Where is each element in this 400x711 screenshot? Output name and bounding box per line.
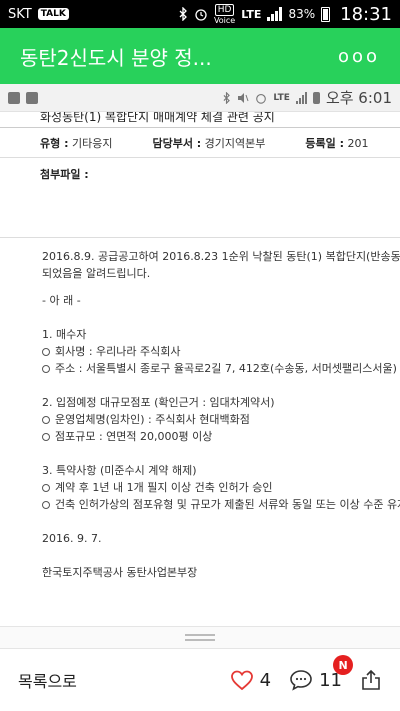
bullet-circle-icon bbox=[42, 416, 50, 424]
share-button[interactable] bbox=[360, 669, 382, 691]
heart-icon bbox=[230, 670, 253, 691]
embedded-time: 오후 6:01 bbox=[325, 89, 392, 107]
list-item-text: 계약 후 1년 내 1개 필지 이상 건축 인허가 승인 bbox=[55, 481, 273, 494]
notice-body: 2016.8.9. 공급공고하여 2016.8.23 1순위 낙찰된 동탄(1)… bbox=[0, 238, 400, 581]
type-field: 유형 : 기타응지 bbox=[40, 135, 112, 151]
list-item-text: 건축 인허가상의 점포유형 및 규모가 제출된 서류와 동일 또는 이상 수준 … bbox=[55, 498, 400, 511]
type-value: 기타응지 bbox=[71, 136, 113, 150]
signal-icon bbox=[267, 7, 283, 21]
more-options-icon[interactable]: ooo bbox=[338, 46, 380, 67]
mute-icon bbox=[238, 92, 249, 103]
battery-icon bbox=[321, 6, 331, 22]
post-content[interactable]: LTE 오후 6:01 화성동탄(1) 복합단지 매매계약 체결 관련 공지 유… bbox=[0, 84, 400, 644]
notice-title: 화성동탄(1) 복합단지 매매계약 체결 관련 공지 bbox=[0, 112, 400, 128]
bullet-circle-icon bbox=[42, 501, 50, 509]
body-line: 되었음을 알려드립니다. bbox=[42, 267, 151, 280]
lte-label: LTE bbox=[273, 92, 290, 103]
like-button[interactable]: 4 bbox=[230, 669, 271, 691]
voice-label: Voice bbox=[213, 15, 236, 25]
new-badge: N bbox=[333, 655, 354, 675]
lte-label: LTE bbox=[241, 7, 262, 21]
list-item-text: 주소 : 서울특별시 종로구 율곡로2길 7, 412호(수송동, 서머셋팰리스… bbox=[55, 362, 397, 375]
comment-icon bbox=[290, 670, 312, 691]
alarm-icon bbox=[256, 93, 267, 104]
date-label: 등록일 : bbox=[305, 136, 344, 150]
attachment-label: 첨부파일 : bbox=[40, 168, 89, 181]
drag-handle[interactable] bbox=[0, 626, 400, 648]
type-label: 유형 : bbox=[40, 136, 69, 150]
notice-date: 2016. 9. 7. bbox=[42, 532, 102, 545]
attachment-section: 첨부파일 : bbox=[0, 158, 400, 238]
bullet-circle-icon bbox=[42, 365, 50, 373]
body-line: 2016.8.9. 공급공고하여 2016.8.23 1순위 낙찰된 동탄(1)… bbox=[42, 250, 400, 263]
list-item: 회사명 : 우리나라 주식회사 bbox=[42, 343, 360, 360]
bullet-circle-icon bbox=[42, 484, 50, 492]
list-item-text: 점포규모 : 연면적 20,000평 이상 bbox=[55, 430, 213, 443]
like-count: 4 bbox=[259, 669, 272, 691]
list-item-text: 운영업체명(임차인) : 주식회사 현대백화점 bbox=[55, 413, 250, 426]
embedded-status-bar: LTE 오후 6:01 bbox=[0, 84, 400, 112]
alarm-icon bbox=[195, 9, 207, 21]
section-title: 2. 입점예정 대규모점포 (확인근거 : 임대차계약서) bbox=[42, 396, 275, 409]
talk-icon: TALK bbox=[37, 8, 69, 20]
bullet-circle-icon bbox=[42, 348, 50, 356]
back-to-list-button[interactable]: 목록으로 bbox=[18, 668, 77, 692]
battery-percent: 83% bbox=[288, 7, 316, 21]
notice-signer: 한국토지주택공사 동탄사업본부장 bbox=[42, 566, 198, 579]
body-line: - 아 래 - bbox=[42, 294, 81, 307]
bottom-bar: 목록으로 4 11 N bbox=[0, 648, 400, 711]
hd-label: HD bbox=[214, 3, 235, 16]
folder-icon bbox=[26, 91, 38, 104]
list-item-text: 회사명 : 우리나라 주식회사 bbox=[55, 345, 181, 358]
dept-label: 담당부서 : bbox=[152, 136, 202, 150]
date-field: 등록일 : 201 bbox=[305, 135, 368, 151]
bluetooth-icon bbox=[223, 91, 231, 104]
share-icon bbox=[362, 669, 380, 690]
section-title: 3. 특약사항 (미준수시 계약 해제) bbox=[42, 464, 197, 477]
comment-button[interactable]: 11 N bbox=[289, 655, 354, 691]
dept-field: 담당부서 : 경기지역본부 bbox=[152, 135, 265, 151]
list-item: 계약 후 1년 내 1개 필지 이상 건축 인허가 승인 bbox=[42, 479, 360, 496]
bluetooth-icon bbox=[179, 7, 187, 21]
page-title: 동탄2신도시 분양 정... bbox=[20, 45, 212, 70]
date-value: 201 bbox=[347, 136, 369, 150]
dept-value: 경기지역본부 bbox=[204, 136, 266, 150]
list-item: 주소 : 서울특별시 종로구 율곡로2길 7, 412호(수송동, 서머셋팰리스… bbox=[42, 360, 397, 377]
list-item: 건축 인허가상의 점포유형 및 규모가 제출된 서류와 동일 또는 이상 수준 … bbox=[42, 496, 400, 513]
signal-icon bbox=[295, 91, 307, 104]
hd-voice-icon: HD Voice bbox=[213, 3, 236, 25]
app-bar: 동탄2신도시 분양 정... ooo bbox=[0, 28, 400, 84]
section-title: 1. 매수자 bbox=[42, 328, 87, 341]
bullet-circle-icon bbox=[42, 433, 50, 441]
list-item: 점포규모 : 연면적 20,000평 이상 bbox=[42, 428, 360, 445]
status-time: 18:31 bbox=[340, 3, 392, 25]
notice-meta: 유형 : 기타응지 담당부서 : 경기지역본부 등록일 : 201 bbox=[0, 128, 400, 158]
status-bar: SKT TALK HD Voice LTE 83% 18:31 bbox=[0, 0, 400, 28]
app-icon bbox=[8, 91, 20, 104]
carrier-label: SKT bbox=[8, 6, 32, 22]
list-item: 운영업체명(임차인) : 주식회사 현대백화점 bbox=[42, 411, 360, 428]
battery-icon bbox=[312, 91, 320, 104]
